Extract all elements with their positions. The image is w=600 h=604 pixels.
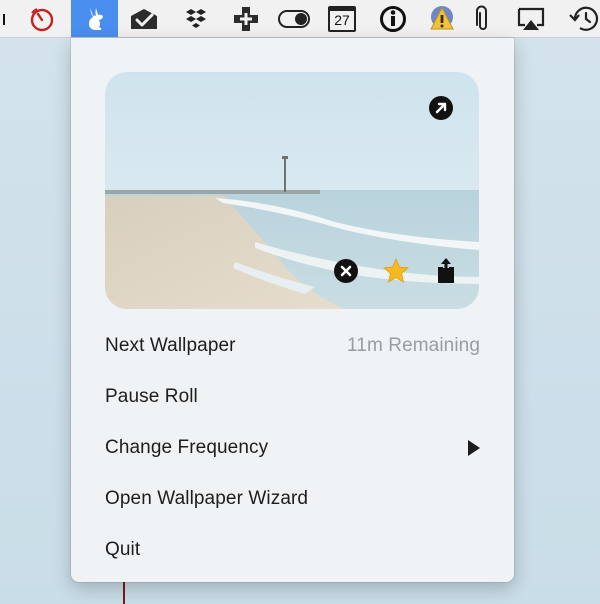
menu-item-next-wallpaper[interactable]: Next Wallpaper 11m Remaining bbox=[71, 326, 514, 366]
next-wallpaper-label: Next Wallpaper bbox=[105, 335, 236, 356]
menu-bar: 27 bbox=[0, 0, 600, 38]
toggle-icon[interactable] bbox=[275, 0, 313, 37]
dropbox-icon[interactable] bbox=[179, 0, 213, 37]
menu-item-quit[interactable]: Quit bbox=[71, 530, 514, 570]
timer-icon[interactable] bbox=[26, 0, 58, 37]
expand-arrow-icon bbox=[429, 96, 453, 120]
wallpaper-preview[interactable] bbox=[105, 72, 479, 309]
rabbit-app-icon[interactable] bbox=[71, 0, 118, 37]
wallpaper-menu-panel: Next Wallpaper 11m Remaining Pause Roll … bbox=[71, 38, 514, 582]
time-remaining-label: 11m Remaining bbox=[347, 335, 480, 356]
menu-item-pause-roll[interactable]: Pause Roll bbox=[71, 377, 514, 417]
pause-roll-label: Pause Roll bbox=[105, 386, 198, 407]
menu-item-open-wallpaper-wizard[interactable]: Open Wallpaper Wizard bbox=[71, 479, 514, 519]
menu-item-change-frequency[interactable]: Change Frequency bbox=[71, 428, 514, 468]
truncated-icon[interactable] bbox=[0, 0, 10, 37]
change-frequency-label: Change Frequency bbox=[105, 437, 269, 458]
info-icon[interactable] bbox=[376, 0, 410, 37]
star-icon bbox=[383, 258, 409, 283]
time-machine-icon[interactable] bbox=[566, 0, 600, 37]
warning-icon[interactable] bbox=[424, 0, 460, 37]
quit-label: Quit bbox=[105, 539, 141, 560]
expand-button[interactable] bbox=[428, 95, 454, 121]
airplay-icon[interactable] bbox=[511, 0, 551, 37]
paperclip-icon[interactable] bbox=[468, 0, 498, 37]
open-wallpaper-wizard-label: Open Wallpaper Wizard bbox=[105, 488, 309, 509]
calendar-day: 27 bbox=[334, 12, 350, 28]
close-icon bbox=[334, 259, 358, 283]
beach-wallpaper-image bbox=[105, 72, 479, 309]
share-icon bbox=[438, 258, 454, 283]
favorite-button[interactable] bbox=[381, 257, 411, 285]
calendar-icon[interactable]: 27 bbox=[325, 0, 359, 37]
dismiss-wallpaper-button[interactable] bbox=[332, 257, 360, 285]
mail-check-icon[interactable] bbox=[125, 0, 163, 37]
plus-icon[interactable] bbox=[229, 0, 263, 37]
submenu-arrow-icon bbox=[468, 440, 480, 456]
share-button[interactable] bbox=[433, 254, 459, 286]
